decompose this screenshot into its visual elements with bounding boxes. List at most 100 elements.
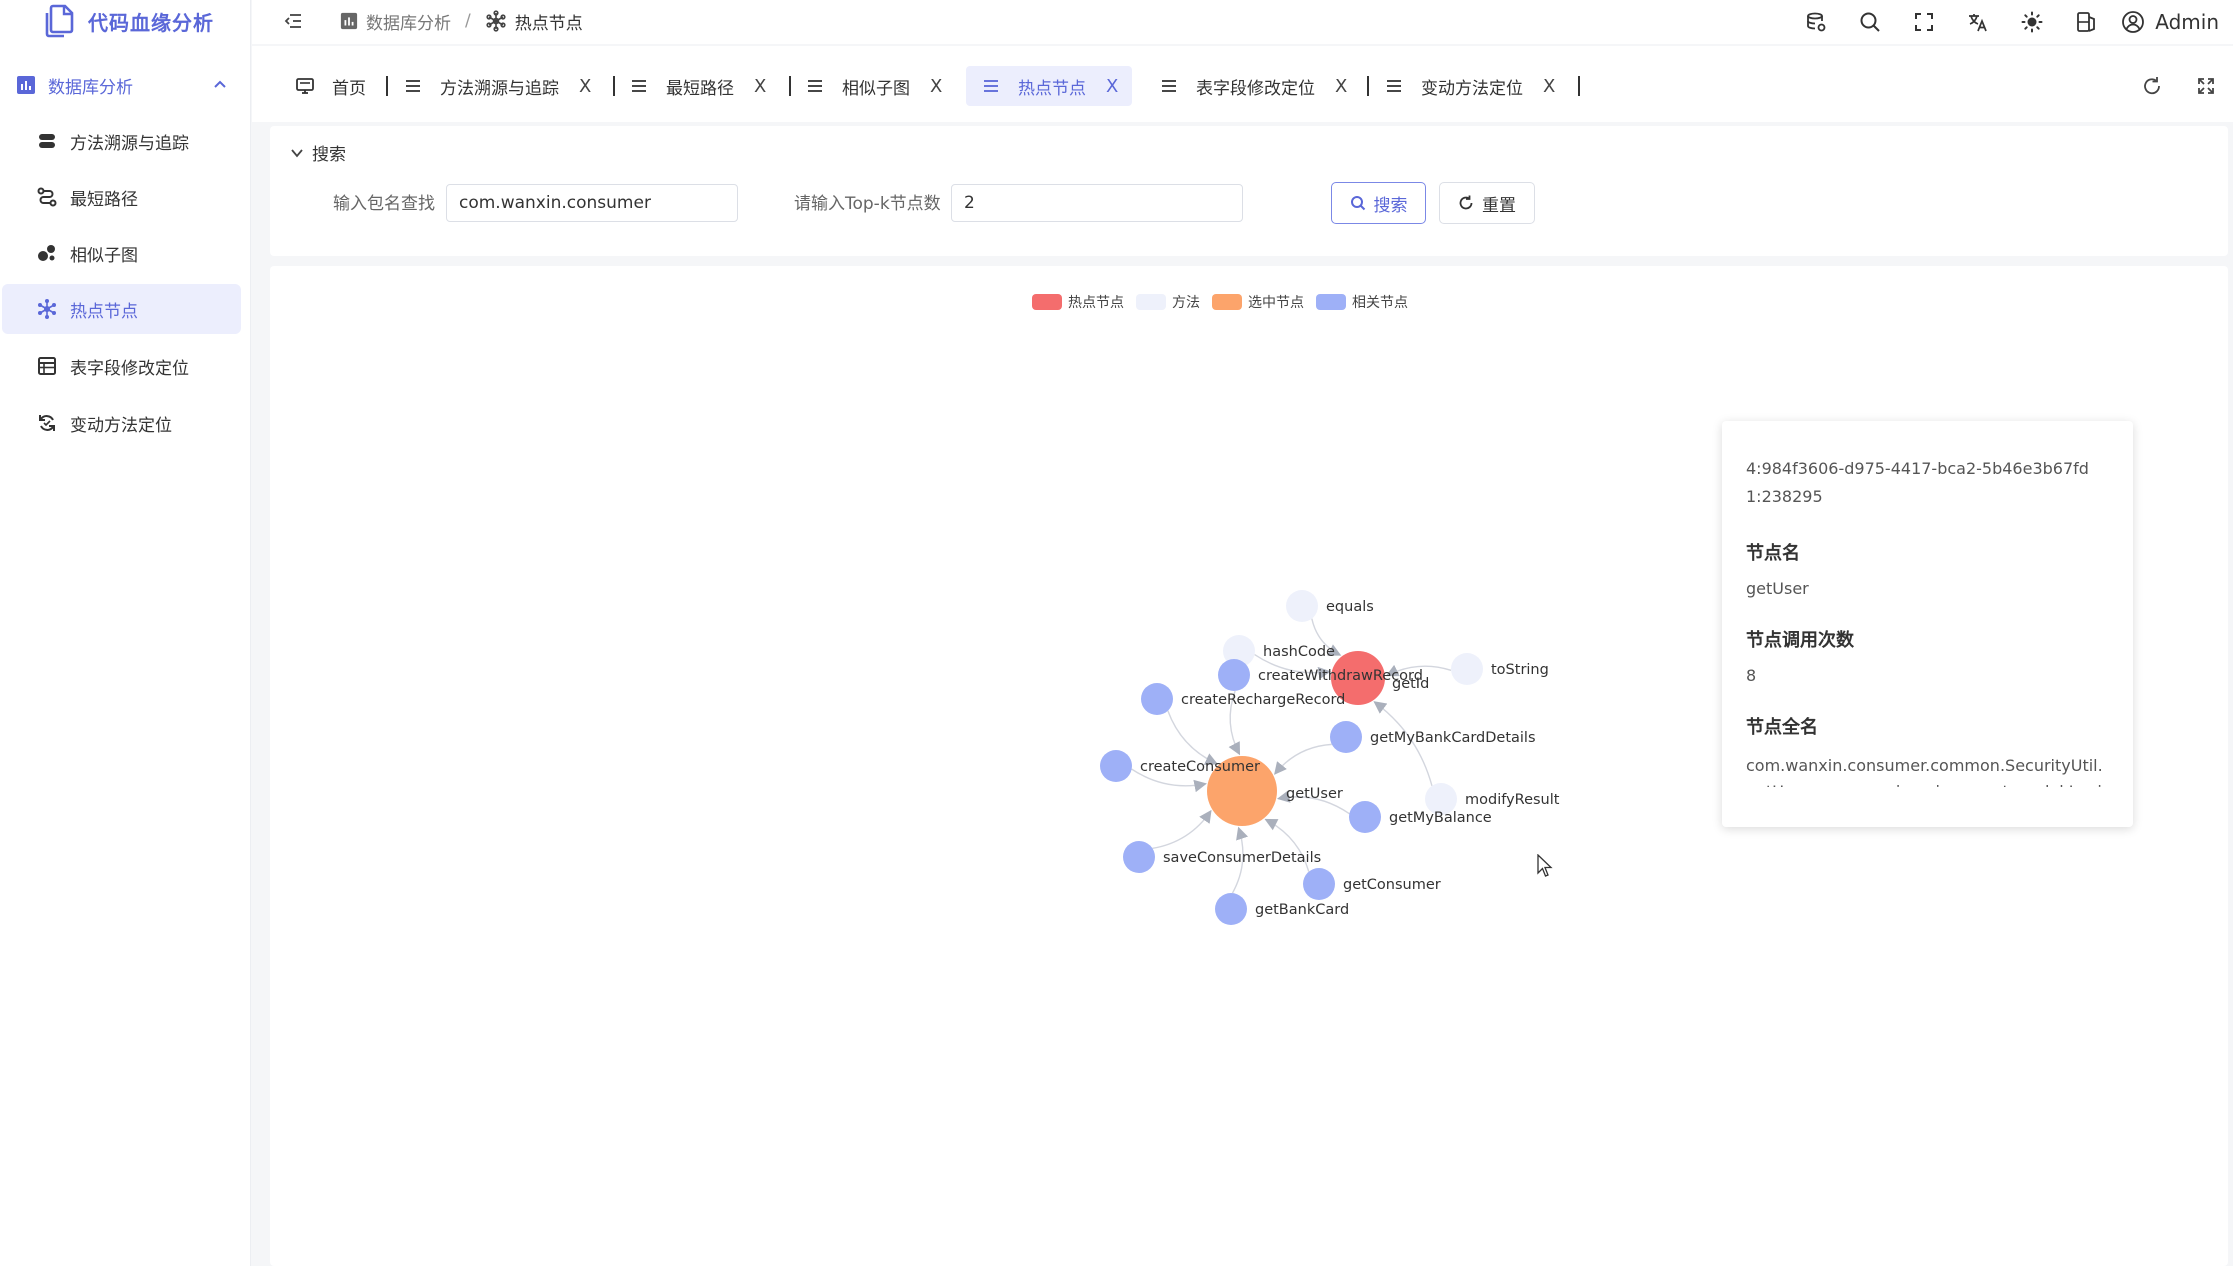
tab-label: 变动方法定位 [1421, 78, 1523, 99]
breadcrumb-separator: / [465, 11, 471, 31]
reset-icon [1459, 195, 1473, 210]
route-icon [36, 186, 58, 208]
graph-node-saveConsumerDetails[interactable]: saveConsumerDetails [1123, 841, 1321, 873]
sidebar-item-label: 变动方法定位 [70, 415, 172, 436]
tab-hot-nodes[interactable]: 热点节点 X [966, 66, 1133, 106]
user-menu[interactable]: Admin [2113, 10, 2233, 34]
tab-label: 最短路径 [666, 78, 734, 99]
fullscreen-button[interactable] [1897, 6, 1951, 38]
maximize-tab-button[interactable] [2179, 66, 2233, 106]
graph-node-label: getMyBalance [1389, 810, 1492, 826]
network-hub-icon [36, 298, 58, 320]
translate-icon [1969, 14, 1988, 32]
sidebar-item-method-trace[interactable]: 方法溯源与追踪 [2, 116, 241, 166]
graph-edge-saveConsumerDetails-getUser [1152, 809, 1212, 850]
graph-node-circle[interactable] [1451, 653, 1483, 685]
tab-close-button[interactable]: X [1106, 76, 1118, 97]
package-label: 输入包名查找 [333, 194, 435, 214]
tooltip-fullname-label: 节点全名 [1746, 717, 1818, 738]
graph-node-circle[interactable] [1100, 750, 1132, 782]
tab-method-trace[interactable]: 方法溯源与追踪 X [404, 66, 591, 106]
graph-node-label: getMyBankCardDetails [1370, 730, 1536, 746]
global-search-button[interactable] [1843, 6, 1897, 38]
graph-node-getConsumer[interactable]: getConsumer [1303, 868, 1441, 900]
tab-close-button[interactable]: X [579, 76, 591, 97]
fullscreen-icon [1915, 13, 1934, 31]
app-logo[interactable]: 代码血缘分析 [44, 2, 214, 40]
graph-node-toString[interactable]: toString [1451, 653, 1549, 685]
graph-node-circle[interactable] [1218, 659, 1250, 691]
graph-panel: 热点节点 方法 选中节点 相关节点 getId equals hashCode toS… [270, 266, 2228, 1266]
menu-group-label: 数据库分析 [48, 77, 133, 98]
breadcrumb-item[interactable]: 数据库分析 [366, 9, 451, 34]
sidebar-item-similar-subgraph[interactable]: 相似子图 [2, 228, 241, 278]
graph-node-getMyBankCardDetails[interactable]: getMyBankCardDetails [1330, 721, 1536, 753]
refresh-tab-button[interactable] [2125, 66, 2179, 106]
sidebar-item-table-field[interactable]: 表字段修改定位 [2, 341, 241, 391]
sidebar-item-label: 热点节点 [70, 301, 138, 322]
database-switch-button[interactable] [1789, 6, 1843, 38]
tab-close-button[interactable]: X [930, 76, 942, 97]
graph-node-circle[interactable] [1286, 590, 1318, 622]
tabs-bar: 首页 方法溯源与追踪 X 最短路径 X 相似子图 X 热点节点 X 表字段修改定… [252, 46, 2233, 122]
tab-divider [1367, 76, 1369, 96]
sidebar-item-label: 方法溯源与追踪 [70, 133, 189, 154]
monitor-icon [296, 78, 314, 94]
graph-node-circle[interactable] [1349, 801, 1381, 833]
sidebar-item-shortest-path[interactable]: 最短路径 [2, 172, 241, 222]
graph-node-circle[interactable] [1123, 841, 1155, 873]
refresh-icon [2144, 77, 2160, 95]
menu-group-database-analysis[interactable]: 数据库分析 [0, 64, 251, 106]
tab-similar-subgraph[interactable]: 相似子图 X [806, 66, 942, 106]
header-actions: Admin [1789, 6, 2233, 38]
node-tooltip: 4:984f3606-d975-4417-bca2-5b46e3b67fd1:2… [1722, 421, 2133, 827]
graph-node-label: toString [1491, 662, 1549, 678]
graph-node-label: getBankCard [1255, 902, 1349, 918]
graph-node-label: createConsumer [1140, 759, 1260, 775]
menu-lines-icon [984, 80, 998, 92]
sidebar-item-changed-method[interactable]: 变动方法定位 [2, 398, 241, 448]
tab-actions [2125, 66, 2233, 106]
network-hub-icon [486, 10, 506, 32]
graph-edge-getMyBankCardDetails-getUser [1274, 743, 1332, 775]
reset-button[interactable]: 重置 [1439, 182, 1535, 224]
tab-close-button[interactable]: X [1335, 76, 1347, 97]
mouse-cursor-icon [1537, 854, 1553, 877]
tab-table-field[interactable]: 表字段修改定位 X [1160, 66, 1347, 106]
graph-node-equals[interactable]: equals [1286, 590, 1374, 622]
tab-divider [1578, 76, 1580, 96]
tab-close-button[interactable]: X [754, 76, 766, 97]
layout-settings-button[interactable] [2059, 6, 2113, 38]
graph-node-circle[interactable] [1141, 683, 1173, 715]
graph-node-circle[interactable] [1303, 868, 1335, 900]
user-avatar-icon [2122, 11, 2145, 33]
sidebar-item-hot-nodes[interactable]: 热点节点 [2, 284, 241, 334]
package-input[interactable] [446, 184, 738, 222]
tab-divider [613, 76, 615, 96]
breadcrumb: 数据库分析 / 热点节点 [340, 8, 583, 34]
tab-shortest-path[interactable]: 最短路径 X [630, 66, 766, 106]
tab-close-button[interactable]: X [1543, 76, 1555, 97]
sidebar-item-label: 相似子图 [70, 245, 138, 266]
bar-chart-icon [340, 12, 358, 30]
language-button[interactable] [1951, 6, 2005, 38]
tab-label: 热点节点 [1018, 78, 1086, 99]
graph-node-circle[interactable] [1215, 893, 1247, 925]
graph-node-label: createRechargeRecord [1181, 692, 1345, 708]
tab-home[interactable]: 首页 [296, 66, 366, 106]
theme-toggle-button[interactable] [2005, 6, 2059, 38]
collapse-menu-icon[interactable] [282, 10, 304, 32]
graph-node-getBankCard[interactable]: getBankCard [1215, 893, 1349, 925]
layout-icon [2077, 12, 2096, 32]
search-button[interactable]: 搜索 [1331, 182, 1426, 224]
tab-changed-method[interactable]: 变动方法定位 X [1385, 66, 1555, 106]
expand-arrows-icon [2198, 78, 2214, 94]
tooltip-count-value: 8 [1746, 666, 1757, 685]
graph-node-label: modifyResult [1465, 792, 1560, 808]
topk-input[interactable] [951, 184, 1243, 222]
graph-node-circle[interactable] [1330, 721, 1362, 753]
chevron-up-icon[interactable] [211, 76, 229, 94]
graph-node-label: saveConsumerDetails [1163, 850, 1321, 866]
sidebar-item-label: 最短路径 [70, 189, 138, 210]
search-collapse-toggle[interactable]: 搜索 [290, 140, 346, 165]
